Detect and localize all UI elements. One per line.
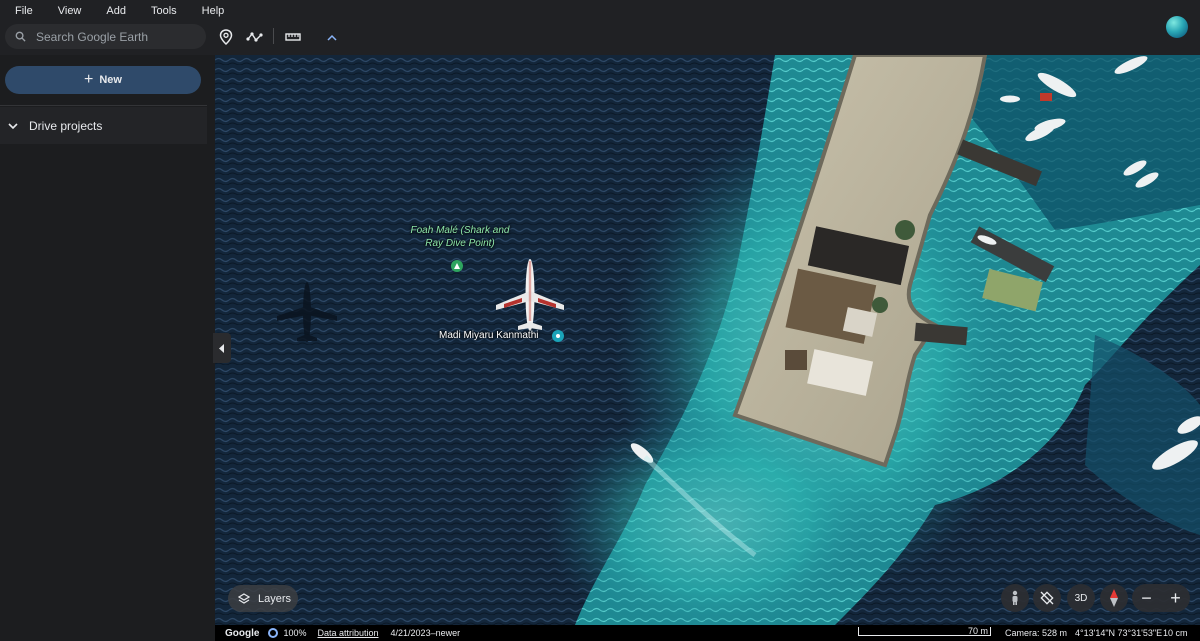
map-view[interactable]: Foah Malé (Shark and Ray Dive Point) Mad… bbox=[215, 55, 1200, 625]
path-button[interactable] bbox=[244, 26, 266, 48]
place-pin-icon bbox=[219, 29, 233, 45]
reset-tilt-button[interactable] bbox=[1033, 584, 1061, 612]
ruler-icon bbox=[285, 33, 301, 41]
measure-button[interactable] bbox=[282, 26, 304, 48]
menu-add[interactable]: Add bbox=[106, 5, 126, 17]
toggle-3d-button[interactable]: 3D bbox=[1067, 584, 1095, 612]
compass-button[interactable] bbox=[1100, 584, 1128, 612]
status-bar: Google 100% Data attribution 4/21/2023–n… bbox=[215, 625, 1200, 641]
place-pin-button[interactable] bbox=[215, 26, 237, 48]
sidebar-divider bbox=[0, 105, 207, 106]
street-view-button[interactable] bbox=[1001, 584, 1029, 612]
sidebar: + New Drive projects bbox=[0, 55, 215, 641]
data-attribution-link[interactable]: Data attribution bbox=[317, 628, 378, 638]
search-box[interactable] bbox=[5, 24, 206, 49]
streaming-icon bbox=[268, 628, 279, 638]
dive-point-label[interactable]: Foah Malé (Shark and Ray Dive Point) bbox=[408, 224, 512, 250]
new-button-label: New bbox=[99, 74, 122, 86]
menu-help[interactable]: Help bbox=[202, 5, 225, 17]
search-icon bbox=[15, 31, 26, 42]
menu-file[interactable]: File bbox=[15, 5, 33, 17]
search-input[interactable] bbox=[36, 29, 196, 44]
camera-altitude: Camera: 528 m bbox=[1005, 628, 1068, 638]
drive-projects-label: Drive projects bbox=[29, 118, 103, 133]
layers-button[interactable]: Layers bbox=[228, 585, 298, 612]
path-icon bbox=[246, 32, 263, 42]
compass-icon bbox=[1110, 589, 1118, 607]
layers-label: Layers bbox=[258, 592, 292, 605]
zoom-controls: − + bbox=[1132, 584, 1190, 612]
pegman-icon bbox=[1012, 590, 1018, 605]
zoom-in-button[interactable]: + bbox=[1170, 588, 1181, 609]
dive-point-pin-icon[interactable] bbox=[451, 260, 463, 272]
plane-place-label[interactable]: Madi Miyaru Kanmathi bbox=[439, 330, 538, 341]
menu-bar: File View Add Tools Help bbox=[0, 0, 1200, 22]
scale-label: 70 m bbox=[968, 626, 989, 636]
chevron-left-icon bbox=[219, 343, 224, 353]
layers-icon bbox=[238, 592, 250, 604]
google-logo: Google bbox=[225, 627, 260, 639]
plane-place-pin-icon[interactable] bbox=[552, 330, 564, 342]
toolbar-divider bbox=[273, 28, 274, 44]
imagery-date: 4/21/2023–newer bbox=[390, 628, 461, 638]
plus-icon: + bbox=[84, 71, 94, 88]
collapse-toolbar-button[interactable] bbox=[321, 26, 343, 48]
drive-projects-item[interactable]: Drive projects bbox=[0, 107, 207, 144]
eye-altitude: 10 cm bbox=[1163, 628, 1188, 638]
satellite-imagery bbox=[215, 55, 1200, 625]
coordinates: 4°13'14"N 73°31'53"E bbox=[1075, 628, 1163, 638]
tilt-reset-icon bbox=[1040, 591, 1054, 605]
new-button[interactable]: + New bbox=[5, 66, 201, 94]
zoom-out-button[interactable]: − bbox=[1141, 588, 1152, 609]
chevron-down-icon bbox=[8, 122, 18, 129]
chevron-up-icon bbox=[327, 34, 337, 41]
menu-view[interactable]: View bbox=[58, 5, 82, 17]
toolbar bbox=[0, 22, 1200, 55]
collapse-sidebar-button[interactable] bbox=[213, 333, 231, 363]
account-globe-icon[interactable] bbox=[1166, 16, 1188, 38]
menu-tools[interactable]: Tools bbox=[151, 5, 177, 17]
streaming-percent: 100% bbox=[283, 628, 307, 638]
